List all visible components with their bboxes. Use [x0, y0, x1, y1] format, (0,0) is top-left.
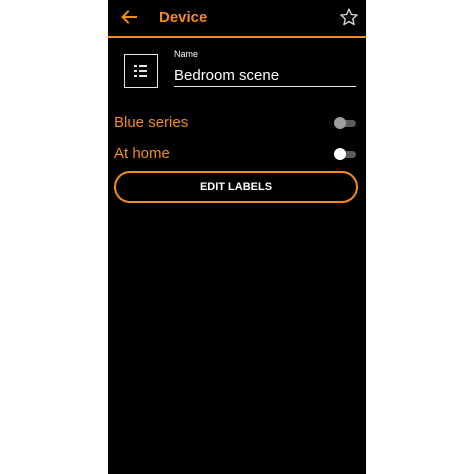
star-outline-icon [340, 8, 358, 26]
blue-series-switch[interactable] [334, 117, 356, 129]
toggle-row-at-home: At home [114, 142, 360, 166]
app-bar: Device [108, 0, 366, 38]
toggle-label: At home [114, 145, 170, 162]
at-home-switch[interactable] [334, 148, 356, 160]
arrow-left-icon [121, 10, 137, 24]
page-title: Device [159, 9, 208, 26]
list-icon [134, 65, 147, 77]
switch-thumb [334, 117, 346, 129]
app-screen: Device Name Blue series At home [108, 0, 366, 474]
name-field-label: Name [174, 49, 199, 59]
toggle-label: Blue series [114, 114, 189, 131]
favorite-button[interactable] [338, 6, 360, 28]
edit-labels-button[interactable]: EDIT LABELS [114, 171, 358, 203]
name-input[interactable] [174, 64, 356, 87]
back-button[interactable] [118, 6, 140, 28]
toggle-row-blue-series: Blue series [114, 111, 360, 135]
switch-thumb [334, 148, 346, 160]
device-icon-box[interactable] [124, 54, 158, 88]
